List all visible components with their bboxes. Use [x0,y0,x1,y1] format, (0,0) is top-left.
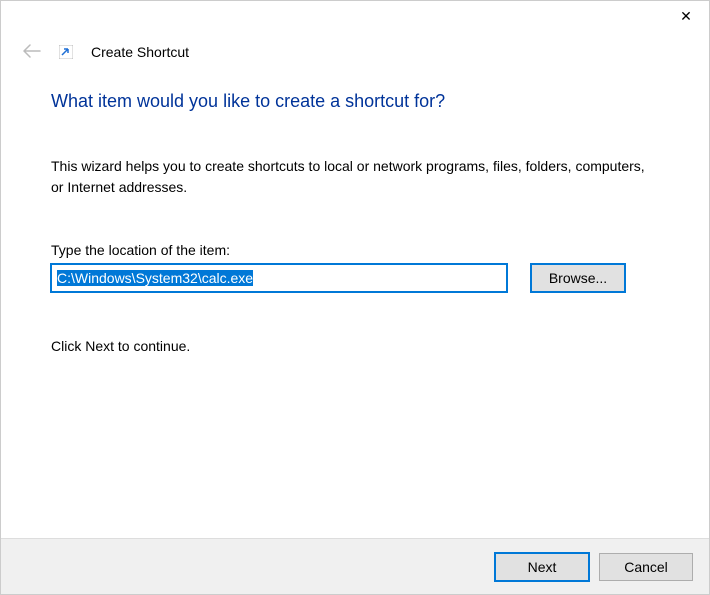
location-input-row: C:\Windows\System32\calc.exe Browse... [51,264,659,292]
close-icon: ✕ [680,8,692,25]
location-input[interactable]: C:\Windows\System32\calc.exe [51,264,507,292]
location-input-value: C:\Windows\System32\calc.exe [57,270,253,286]
wizard-description: This wizard helps you to create shortcut… [51,156,659,198]
shortcut-icon [59,45,73,59]
page-heading: What item would you like to create a sho… [51,91,659,112]
back-arrow-icon [23,43,41,61]
browse-button[interactable]: Browse... [531,264,625,292]
wizard-content: What item would you like to create a sho… [1,91,709,354]
location-label: Type the location of the item: [51,242,659,258]
wizard-footer: Next Cancel [1,538,709,594]
close-button[interactable]: ✕ [663,1,709,31]
wizard-title: Create Shortcut [91,44,189,60]
wizard-header: Create Shortcut [1,37,709,91]
next-button[interactable]: Next [495,553,589,581]
cancel-button[interactable]: Cancel [599,553,693,581]
titlebar: ✕ [1,1,709,37]
continue-instruction: Click Next to continue. [51,338,659,354]
